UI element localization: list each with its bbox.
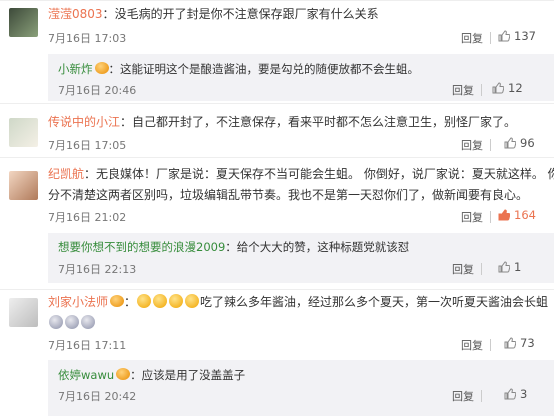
comment-body: 自己都开封了，不注意保存，看来平时都不怎么注意卫生，别怪厂家了。 <box>132 115 517 129</box>
avatar[interactable] <box>9 171 38 200</box>
colon: ： <box>124 295 137 309</box>
reply-text: 想要你想不到的想要的浪漫2009：给个大大的赞，这种标题党就该怼 <box>58 238 409 256</box>
reply-button[interactable]: 回复 <box>461 30 483 46</box>
reply-username[interactable]: 依婷wawu <box>58 368 114 382</box>
timestamp: 7月16日 17:11 <box>48 339 127 352</box>
timestamp: 7月16日 17:05 <box>48 139 127 152</box>
username[interactable]: 滢滢0803 <box>48 7 103 21</box>
smiley-emoji-icon <box>169 294 184 308</box>
smiley-emoji-icon <box>185 294 200 308</box>
vip-badge-icon <box>94 62 109 74</box>
like-button[interactable]: 12 <box>492 81 523 95</box>
comment-text: 刘家小法师 ： 吃了辣么多年酱油，经过那么多个夏天，第一次听夏天酱油会长蛆 <box>48 293 548 311</box>
divider <box>0 157 554 158</box>
comment-text: 传说中的小江：自己都开封了，不注意保存，看来平时都不怎么注意卫生，别怪厂家了。 <box>48 113 516 131</box>
reply-button[interactable]: 回复 <box>461 337 483 353</box>
like-button[interactable]: 137 <box>498 29 536 43</box>
thumb-up-icon <box>492 82 505 94</box>
colon: ： <box>225 240 237 254</box>
like-count: 1 <box>514 260 522 274</box>
like-button[interactable]: 96 <box>504 136 535 150</box>
divider <box>0 289 554 290</box>
thumb-up-icon <box>498 261 511 273</box>
smiley-emoji-icon <box>137 294 152 308</box>
comment-body: 没毛病的开了封是你不注意保存跟厂家有什么关系 <box>114 7 379 21</box>
like-button[interactable]: 1 <box>498 260 521 274</box>
reply-body: 应该是用了没盖盖子 <box>141 368 246 382</box>
username[interactable]: 传说中的小江 <box>48 115 120 129</box>
like-count: 3 <box>520 387 528 401</box>
reply-text: 依婷wawu ：应该是用了没盖盖子 <box>58 366 245 384</box>
divider <box>490 32 491 44</box>
like-count: 164 <box>514 208 536 222</box>
reply-username[interactable]: 小新炸 <box>58 62 93 76</box>
divider <box>481 263 482 275</box>
thumb-up-icon <box>498 30 511 42</box>
divider <box>490 139 491 151</box>
colon: ： <box>120 115 133 129</box>
like-count: 73 <box>520 336 535 350</box>
like-button[interactable]: 164 <box>498 208 536 222</box>
comment-text: 滢滢0803：没毛病的开了封是你不注意保存跟厂家有什么关系 <box>48 5 379 23</box>
timestamp: 7月16日 20:42 <box>58 390 137 403</box>
crying-emoji-icon <box>81 315 95 329</box>
timestamp: 7月16日 17:03 <box>48 32 127 45</box>
colon: ： <box>108 62 121 76</box>
like-button[interactable]: 73 <box>504 336 535 350</box>
username[interactable]: 纪凯航 <box>48 167 84 181</box>
reply-body: 给个大大的赞，这种标题党就该怼 <box>236 240 410 254</box>
timestamp: 7月16日 21:02 <box>48 211 127 224</box>
thumb-up-icon <box>498 209 511 221</box>
divider <box>490 211 491 223</box>
colon: ： <box>102 7 115 21</box>
thumb-up-icon <box>504 388 517 400</box>
comment-text: 纪凯航：无良媒体！厂家是说：夏天保存不当可能会生蛆。 你倒好，说厂家说：夏天就这… <box>48 165 554 183</box>
reply-body: 这能证明这个是酿造酱油，要是勾兑的随便放都不会生蛆。 <box>120 62 419 76</box>
divider <box>0 103 554 104</box>
reply-button[interactable]: 回复 <box>452 82 474 98</box>
like-count: 96 <box>520 136 535 150</box>
username[interactable]: 刘家小法师 <box>48 295 108 309</box>
crying-emoji-icon <box>65 315 79 329</box>
reply-button[interactable]: 回复 <box>461 137 483 153</box>
divider <box>481 84 482 96</box>
like-count: 12 <box>508 81 523 95</box>
smiley-emoji-icon <box>153 294 168 308</box>
comment-body: 无良媒体！厂家是说：夏天保存不当可能会生蛆。 你倒好，说厂家说：夏天就这样。 你 <box>96 167 554 181</box>
avatar[interactable] <box>9 8 38 37</box>
reply-button[interactable]: 回复 <box>461 209 483 225</box>
comment-text-continued: 分不清楚这两者区别吗，垃圾编辑乱带节奏。我也不是第一天怼你们了，做新闻要有良心。 <box>48 188 529 202</box>
avatar[interactable] <box>9 298 38 327</box>
timestamp: 7月16日 20:46 <box>58 84 137 97</box>
colon: ： <box>130 368 142 382</box>
like-count: 137 <box>514 29 536 43</box>
comment-body: 吃了辣么多年酱油，经过那么多个夏天，第一次听夏天酱油会长蛆 <box>200 295 549 309</box>
divider <box>0 0 554 1</box>
reply-username[interactable]: 想要你想不到的想要的浪漫2009 <box>58 240 225 254</box>
reply-button[interactable]: 回复 <box>452 388 474 404</box>
divider <box>490 339 491 351</box>
divider <box>481 390 482 402</box>
thumb-up-icon <box>504 137 517 149</box>
thumb-up-icon <box>504 337 517 349</box>
vip-badge-icon <box>116 368 131 380</box>
avatar[interactable] <box>9 118 38 147</box>
reply-button[interactable]: 回复 <box>452 261 474 277</box>
vip-badge-icon <box>110 295 125 307</box>
crying-emoji-icon <box>49 315 63 329</box>
colon: ： <box>84 167 97 181</box>
like-button[interactable]: 3 <box>504 387 527 401</box>
reply-text: 小新炸 ：这能证明这个是酿造酱油，要是勾兑的随便放都不会生蛆。 <box>58 60 419 78</box>
comment-emoji-line <box>48 314 96 332</box>
timestamp: 7月16日 22:13 <box>58 263 137 276</box>
